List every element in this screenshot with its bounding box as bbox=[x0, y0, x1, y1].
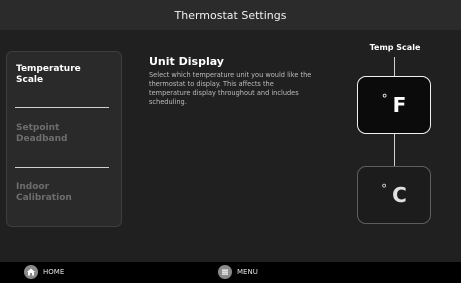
menu-button[interactable]: MENU bbox=[218, 265, 258, 279]
page-title: Thermostat Settings bbox=[174, 8, 287, 22]
home-label: HOME bbox=[43, 268, 65, 276]
menu-item-label: Indoor Calibration bbox=[16, 182, 72, 203]
menu-divider bbox=[15, 107, 109, 108]
degree-symbol: ° bbox=[381, 182, 388, 196]
settings-menu: Temperature Scale Setpoint Deadband Indo… bbox=[6, 51, 122, 227]
unit-letter: C bbox=[392, 183, 407, 207]
menu-item-temperature-scale[interactable]: Temperature Scale bbox=[7, 64, 121, 86]
connector-line bbox=[394, 57, 395, 76]
celsius-button[interactable]: ° C bbox=[357, 166, 431, 224]
fahrenheit-button[interactable]: ° F bbox=[357, 76, 431, 134]
main-panel: Temperature Scale Setpoint Deadband Indo… bbox=[0, 30, 461, 262]
temp-scale-label: Temp Scale bbox=[369, 43, 421, 52]
menu-item-label: Temperature Scale bbox=[16, 64, 81, 85]
section-title: Unit Display bbox=[149, 55, 224, 68]
unit-letter: F bbox=[392, 93, 407, 117]
menu-divider bbox=[15, 167, 109, 168]
menu-item-indoor-calibration[interactable]: Indoor Calibration bbox=[7, 182, 121, 204]
degree-symbol: ° bbox=[381, 92, 388, 106]
menu-label: MENU bbox=[237, 268, 258, 276]
home-button[interactable]: HOME bbox=[24, 265, 64, 279]
menu-icon bbox=[218, 265, 232, 279]
section-description: Select which temperature unit you would … bbox=[149, 71, 312, 106]
connector-line bbox=[394, 134, 395, 166]
menu-item-setpoint-deadband[interactable]: Setpoint Deadband bbox=[7, 123, 121, 145]
menu-item-label: Setpoint Deadband bbox=[16, 123, 68, 144]
home-icon bbox=[24, 265, 38, 279]
bottom-nav: HOME MENU bbox=[0, 262, 461, 283]
title-bar: Thermostat Settings bbox=[0, 0, 461, 31]
